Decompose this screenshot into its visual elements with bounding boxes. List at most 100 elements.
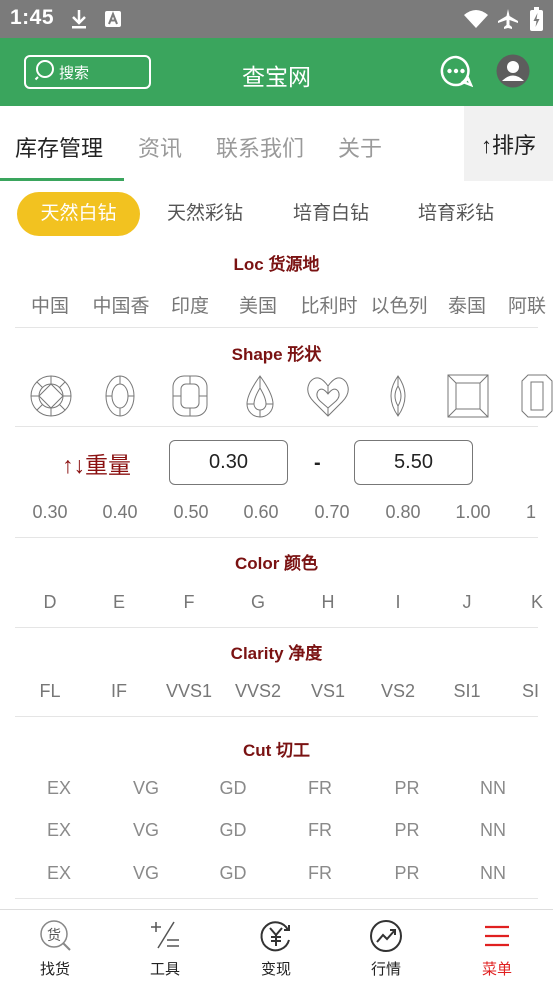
user-profile-icon[interactable] [496,54,530,93]
battery-icon [530,7,543,36]
weight-range-dash: - [314,452,321,474]
clarity-grade[interactable]: VS2 [368,681,428,702]
clarity-grade[interactable]: IF [89,681,149,702]
polish-grade[interactable]: NN [463,820,523,841]
nav-label: 菜单 [481,961,512,978]
weight-min-input[interactable]: 0.30 [169,440,288,485]
cut-grade[interactable]: PR [377,778,437,799]
oval-shape-icon[interactable] [104,374,136,423]
color-section-title: Color 颜色 [234,554,319,573]
weight-preset[interactable]: 0.30 [20,502,80,523]
color-grade[interactable]: H [298,592,358,613]
tools-icon [147,918,183,959]
heart-shape-icon[interactable] [306,374,350,423]
weight-preset[interactable]: 0.60 [231,502,291,523]
polish-grade[interactable]: EX [29,820,89,841]
menu-icon [479,918,515,959]
cushion-shape-icon[interactable] [171,374,209,423]
nav-label: 工具 [149,961,180,978]
weight-max-input[interactable]: 5.50 [354,440,473,485]
loc-section-title: Loc 货源地 [233,255,320,274]
market-trend-icon [368,918,404,959]
clarity-grade[interactable]: VS1 [298,681,358,702]
cut-grade[interactable]: EX [29,778,89,799]
section-divider [15,426,538,427]
cut-grade[interactable]: NN [463,778,523,799]
nav-label: 行情 [370,961,401,978]
color-grade[interactable]: D [20,592,80,613]
cut-grade[interactable]: FR [290,778,350,799]
section-divider [15,537,538,538]
clarity-grade[interactable]: VVS2 [225,681,291,702]
weight-preset[interactable]: 0.50 [161,502,221,523]
loc-item[interactable]: 阿联 [508,291,553,317]
cut-grade[interactable]: VG [116,778,176,799]
loc-item[interactable]: 美国 [228,291,288,318]
nav-cash-out[interactable]: 变现 [221,910,331,984]
clarity-grade[interactable]: FL [20,681,80,702]
tab-news[interactable]: 资讯 [138,131,182,163]
category-lab-white[interactable]: 培育白钻 [276,192,386,236]
princess-shape-icon[interactable] [447,374,489,423]
clarity-section-title: Clarity 净度 [230,644,323,663]
clarity-grade[interactable]: SI [522,681,553,702]
clarity-grade[interactable]: SI1 [437,681,497,702]
weight-sort-label[interactable]: ↑↓重量 [62,446,131,480]
category-lab-color[interactable]: 培育彩钻 [401,192,511,236]
symmetry-grade[interactable]: EX [29,863,89,884]
svg-text:货: 货 [47,927,61,944]
nav-market[interactable]: 行情 [331,910,441,984]
message-icon[interactable] [439,54,474,93]
round-shape-icon[interactable] [29,374,73,423]
color-grade[interactable]: F [159,592,219,613]
tab-contact[interactable]: 联系我们 [216,131,304,163]
cut-grade[interactable]: GD [203,778,263,799]
pear-shape-icon[interactable] [245,374,275,423]
section-divider [15,327,538,328]
tab-about[interactable]: 关于 [338,131,382,163]
weight-preset[interactable]: 0.80 [373,502,433,523]
bottom-nav: 货 找货 工具 变现 行情 菜单 [0,909,553,984]
weight-preset[interactable]: 0.40 [90,502,150,523]
tab-inventory[interactable]: 库存管理 [15,131,103,163]
loc-item[interactable]: 泰国 [437,291,497,318]
symmetry-grade[interactable]: PR [377,863,437,884]
color-grade[interactable]: G [228,592,288,613]
weight-preset[interactable]: 1 [526,502,553,523]
section-divider [15,716,538,717]
loc-item[interactable]: 比利时 [296,291,362,318]
color-grade[interactable]: K [531,592,553,613]
main-tabs: 库存管理 资讯 联系我们 关于 ↑排序 [0,106,553,181]
loc-item[interactable]: 中国 [20,291,80,318]
symmetry-grade[interactable]: NN [463,863,523,884]
loc-item[interactable]: 印度 [160,291,220,318]
polish-grade[interactable]: GD [203,820,263,841]
app-notification-icon [104,10,122,33]
marquise-shape-icon[interactable] [386,374,410,423]
polish-grade[interactable]: VG [116,820,176,841]
sort-button[interactable]: ↑排序 [464,106,553,181]
symmetry-grade[interactable]: VG [116,863,176,884]
symmetry-grade[interactable]: FR [290,863,350,884]
color-grade[interactable]: E [89,592,149,613]
wifi-icon [463,9,489,34]
loc-item[interactable]: 中国香 [86,291,156,317]
nav-tools[interactable]: 工具 [110,910,220,984]
nav-find-goods[interactable]: 货 找货 [0,910,110,984]
polish-grade[interactable]: FR [290,820,350,841]
symmetry-grade[interactable]: GD [203,863,263,884]
category-natural-color[interactable]: 天然彩钻 [150,192,260,236]
category-row: 天然白钻 天然彩钻 培育白钻 培育彩钻 [0,192,553,236]
loc-item[interactable]: 以色列 [366,291,432,318]
emerald-shape-icon[interactable] [521,374,553,423]
nav-menu[interactable]: 菜单 [442,910,552,984]
app-header: 搜索 查宝网 [0,38,553,106]
color-grade[interactable]: J [437,592,497,613]
color-grade[interactable]: I [368,592,428,613]
polish-grade[interactable]: PR [377,820,437,841]
cash-out-icon [258,918,294,959]
weight-preset[interactable]: 0.70 [302,502,362,523]
clarity-grade[interactable]: VVS1 [156,681,222,702]
category-natural-white[interactable]: 天然白钻 [17,192,140,236]
weight-preset[interactable]: 1.00 [443,502,503,523]
